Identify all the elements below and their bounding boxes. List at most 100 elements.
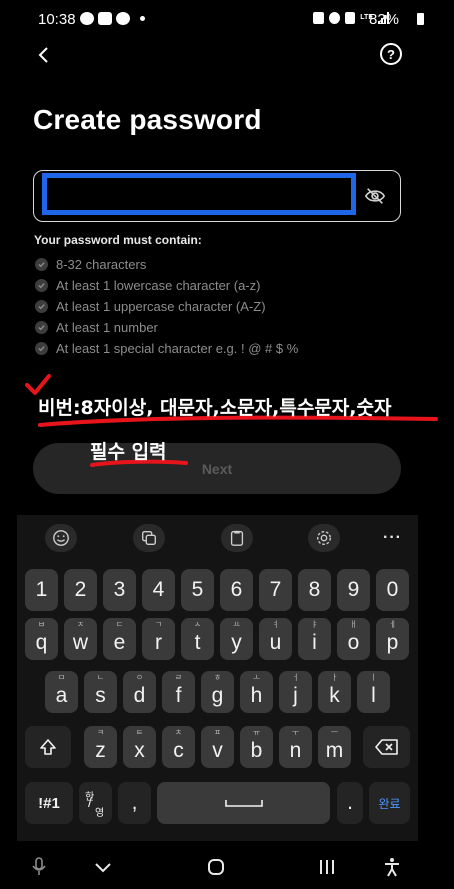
- password-field: [33, 170, 401, 222]
- key-e[interactable]: ㄷe: [103, 618, 136, 660]
- battery-saver-icon: [313, 12, 325, 24]
- space-key[interactable]: [157, 782, 330, 824]
- backspace-key[interactable]: [363, 726, 410, 768]
- keyboard: ··· 1 2 3 4 5 6 7 8 9 0 ㅂq ㅈw ㄷe ㄱr ㅅt ㅛ…: [17, 515, 418, 841]
- back-button[interactable]: [30, 42, 56, 68]
- key-d[interactable]: ㅇd: [123, 671, 156, 713]
- requirement-text: At least 1 special character e.g. ! @ # …: [56, 341, 299, 356]
- eye-off-icon[interactable]: [364, 185, 386, 207]
- key-9[interactable]: 9: [337, 569, 370, 611]
- key-k[interactable]: ㅏk: [318, 671, 351, 713]
- comma-key[interactable]: ,: [118, 782, 151, 824]
- key-8[interactable]: 8: [298, 569, 331, 611]
- help-button[interactable]: ?: [380, 43, 402, 65]
- requirement-text: 8-32 characters: [56, 257, 147, 272]
- key-t[interactable]: ㅅt: [181, 618, 214, 660]
- home-button[interactable]: [204, 855, 228, 879]
- key-j[interactable]: ㅓj: [279, 671, 312, 713]
- key-i[interactable]: ㅑi: [298, 618, 331, 660]
- requirements-heading: Your password must contain:: [34, 233, 202, 247]
- chat-notification-icon: [80, 12, 94, 25]
- requirement-item: 8-32 characters: [35, 254, 298, 275]
- password-input[interactable]: [42, 173, 356, 215]
- key-m[interactable]: ㅡm: [318, 726, 351, 768]
- key-q[interactable]: ㅂq: [25, 618, 58, 660]
- key-6[interactable]: 6: [220, 569, 253, 611]
- done-key[interactable]: 완료: [369, 782, 410, 824]
- alarm-icon: [329, 12, 341, 24]
- period-key[interactable]: .: [337, 782, 363, 824]
- key-5[interactable]: 5: [181, 569, 214, 611]
- clipboard-button[interactable]: [221, 524, 253, 552]
- translate-icon: [142, 531, 156, 545]
- language-switch-key[interactable]: 한 / 영: [79, 782, 112, 824]
- annotation-text-line2: 필수 입력: [90, 441, 167, 463]
- next-button[interactable]: Next: [33, 443, 401, 494]
- message-notification-icon: [116, 12, 130, 25]
- translate-button[interactable]: [133, 524, 165, 552]
- key-y[interactable]: ㅛy: [220, 618, 253, 660]
- key-2[interactable]: 2: [64, 569, 97, 611]
- key-r[interactable]: ㄱr: [142, 618, 175, 660]
- emoji-icon: [53, 530, 69, 546]
- navigation-bar: [0, 845, 454, 889]
- settings-button[interactable]: [308, 524, 340, 552]
- key-u[interactable]: ㅕu: [259, 618, 292, 660]
- key-z[interactable]: ㅋz: [84, 726, 117, 768]
- gallery-notification-icon: [98, 12, 112, 25]
- requirement-text: At least 1 uppercase character (A-Z): [56, 299, 266, 314]
- next-button-label: Next: [201, 460, 233, 477]
- notification-icons: [80, 12, 145, 25]
- key-n[interactable]: ㅜn: [279, 726, 312, 768]
- check-circle-icon: [35, 258, 48, 271]
- keyboard-toolbar: ···: [17, 515, 418, 559]
- shift-key[interactable]: [25, 726, 71, 768]
- home-icon: [208, 859, 224, 875]
- key-f[interactable]: ㄹf: [162, 671, 195, 713]
- key-x[interactable]: ㅌx: [123, 726, 156, 768]
- requirement-item: At least 1 number: [35, 317, 298, 338]
- question-mark-icon: ?: [387, 46, 395, 62]
- status-bar: 10:38 LTE 82%: [0, 0, 454, 40]
- key-w[interactable]: ㅈw: [64, 618, 97, 660]
- symbols-key[interactable]: !#1: [25, 782, 73, 824]
- voice-input-button[interactable]: [27, 855, 51, 879]
- accessibility-button[interactable]: [380, 855, 404, 879]
- key-o[interactable]: ㅐo: [337, 618, 370, 660]
- clipboard-icon: [230, 530, 244, 546]
- key-p[interactable]: ㅔp: [376, 618, 409, 660]
- recent-apps-button[interactable]: [315, 855, 339, 879]
- key-v[interactable]: ㅍv: [201, 726, 234, 768]
- emoji-button[interactable]: [45, 524, 77, 552]
- requirement-item: At least 1 uppercase character (A-Z): [35, 296, 298, 317]
- key-h[interactable]: ㅗh: [240, 671, 273, 713]
- hide-keyboard-button[interactable]: [91, 855, 115, 879]
- battery-percent: 82%: [369, 11, 400, 28]
- slash-glyph: /: [88, 794, 92, 810]
- status-time: 10:38: [38, 11, 76, 28]
- annotation-text-line1: 비번:8자이상, 대문자,소문자,특수문자,숫자: [38, 397, 392, 419]
- chevron-left-icon: [38, 47, 48, 63]
- chevron-down-icon: [95, 863, 111, 873]
- check-circle-icon: [35, 342, 48, 355]
- wifi-calling-icon: [345, 12, 356, 24]
- battery-icon: [417, 13, 424, 25]
- key-c[interactable]: ㅊc: [162, 726, 195, 768]
- check-circle-icon: [35, 279, 48, 292]
- microphone-icon: [32, 857, 46, 875]
- space-bar-icon: [224, 800, 263, 807]
- key-0[interactable]: 0: [376, 569, 409, 611]
- key-1[interactable]: 1: [25, 569, 58, 611]
- check-circle-icon: [35, 300, 48, 313]
- key-s[interactable]: ㄴs: [84, 671, 117, 713]
- key-3[interactable]: 3: [103, 569, 136, 611]
- gear-icon: [317, 531, 331, 545]
- key-b[interactable]: ㅠb: [240, 726, 273, 768]
- requirement-text: At least 1 lowercase character (a-z): [56, 278, 261, 293]
- key-4[interactable]: 4: [142, 569, 175, 611]
- key-g[interactable]: ㅎg: [201, 671, 234, 713]
- key-l[interactable]: ㅣl: [357, 671, 390, 713]
- key-7[interactable]: 7: [259, 569, 292, 611]
- key-a[interactable]: ㅁa: [45, 671, 78, 713]
- more-options-icon[interactable]: ···: [383, 529, 402, 547]
